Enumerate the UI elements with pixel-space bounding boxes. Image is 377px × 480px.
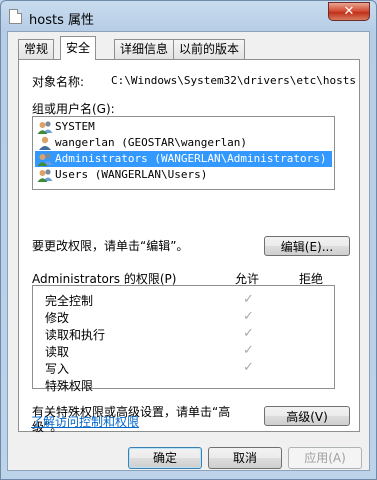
- cancel-button[interactable]: 取消: [208, 447, 282, 469]
- properties-window: hosts 属性 ✕ 常规 安全 详细信息 以前的版本 对象名称: C:\Win…: [0, 0, 377, 480]
- edit-button[interactable]: 编辑(E)...: [264, 236, 350, 256]
- permissions-list[interactable]: 完全控制 ✓ 修改 ✓ 读取和执行 ✓ 读取 ✓ 写入 ✓ 特殊权限: [32, 285, 335, 393]
- tab-general[interactable]: 常规: [18, 39, 55, 59]
- list-item-label: SYSTEM: [55, 120, 95, 133]
- user-group-icon: [37, 153, 53, 166]
- close-button[interactable]: ✕: [328, 2, 370, 21]
- permission-row-full-control: 完全控制 ✓: [45, 292, 325, 309]
- list-item-administrators[interactable]: Administrators (WANGERLAN\Administrators…: [35, 151, 332, 167]
- list-item-label: Administrators (WANGERLAN\Administrators…: [55, 152, 327, 165]
- permission-label: 读取和执行: [45, 328, 106, 342]
- allow-check-icon: ✓: [243, 309, 254, 324]
- list-item-wangerlan[interactable]: wangerlan (GEOSTAR\wangerlan): [35, 135, 332, 151]
- permission-row-modify: 修改 ✓: [45, 309, 325, 326]
- file-icon: [9, 9, 22, 24]
- dialog-client: 常规 安全 详细信息 以前的版本 对象名称: C:\Windows\System…: [7, 31, 370, 471]
- permission-label: 写入: [45, 362, 70, 376]
- object-name-value: C:\Windows\System32\drivers\etc\hosts: [111, 74, 357, 87]
- permission-label: 读取: [45, 345, 70, 359]
- allow-check-icon: ✓: [243, 360, 254, 375]
- list-item-label: Users (WANGERLAN\Users): [55, 168, 208, 181]
- tab-security[interactable]: 安全: [60, 36, 97, 60]
- ok-button[interactable]: 确定: [128, 447, 202, 469]
- change-permissions-hint: 要更改权限，请单击“编辑”。: [32, 239, 189, 253]
- tab-previous-versions[interactable]: 以前的版本: [173, 39, 246, 59]
- title-bar[interactable]: hosts 属性 ✕: [1, 1, 376, 31]
- permission-label: 修改: [45, 311, 70, 325]
- window-title: hosts 属性: [29, 13, 94, 28]
- list-item-users[interactable]: Users (WANGERLAN\Users): [35, 167, 332, 183]
- allow-check-icon: ✓: [243, 326, 254, 341]
- permission-row-write: 写入 ✓: [45, 360, 325, 377]
- user-icon: [39, 136, 51, 150]
- object-name-label: 对象名称:: [32, 75, 85, 89]
- permission-row-special: 特殊权限: [45, 377, 325, 394]
- allow-check-icon: ✓: [243, 292, 254, 307]
- permission-row-read: 读取 ✓: [45, 343, 325, 360]
- list-item-system[interactable]: SYSTEM: [35, 119, 332, 135]
- learn-access-control-link[interactable]: 了解访问控制和权限: [31, 413, 139, 430]
- security-panel: 对象名称: C:\Windows\System32\drivers\etc\ho…: [18, 59, 360, 434]
- permission-label: 完全控制: [45, 294, 94, 308]
- user-group-icon: [37, 169, 53, 182]
- permission-row-read-execute: 读取和执行 ✓: [45, 326, 325, 343]
- allow-check-icon: ✓: [243, 343, 254, 358]
- tab-details[interactable]: 详细信息: [114, 39, 175, 59]
- user-group-icon: [37, 121, 53, 134]
- apply-button[interactable]: 应用(A): [288, 447, 362, 469]
- advanced-button[interactable]: 高级(V): [264, 406, 350, 426]
- group-or-user-label: 组或用户名(G):: [32, 102, 115, 116]
- user-list[interactable]: SYSTEM wangerlan (GEOSTAR\wangerlan) Adm…: [32, 116, 335, 190]
- list-item-label: wangerlan (GEOSTAR\wangerlan): [55, 136, 248, 149]
- permission-label: 特殊权限: [45, 379, 94, 393]
